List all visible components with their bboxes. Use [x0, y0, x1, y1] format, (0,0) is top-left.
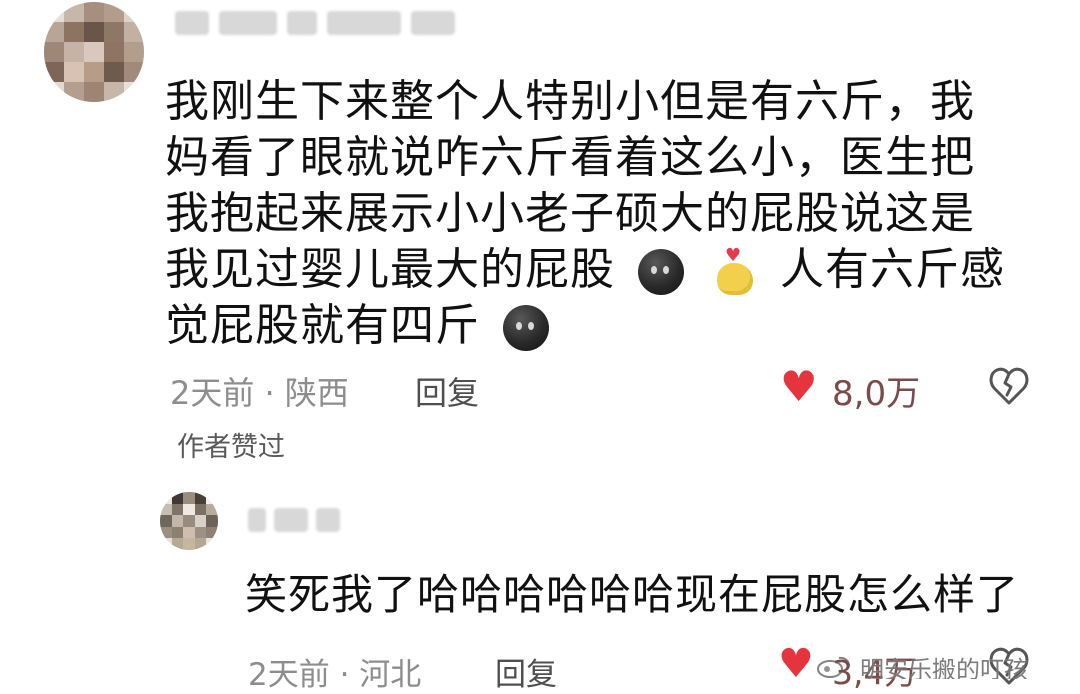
reply-time-location: 2天前 · 河北: [248, 657, 422, 693]
weibo-logo-icon: [817, 656, 850, 678]
dark-face-emoji-icon: [503, 305, 549, 351]
reply-text: 笑死我了哈哈哈哈哈哈现在屁股怎么样了: [245, 570, 1020, 619]
author-liked-label: 作者赞过: [177, 432, 285, 463]
comment-time-location: 2天前 · 陕西: [170, 374, 349, 412]
reply-avatar[interactable]: [160, 492, 218, 550]
reply-button[interactable]: 回复: [415, 368, 479, 414]
watermark: 明安乐搬的叮孩: [810, 650, 1080, 679]
watermark-text: 明安乐搬的叮孩: [860, 656, 1028, 679]
heart-icon[interactable]: ♥: [780, 366, 818, 408]
reply-button[interactable]: 回复: [495, 649, 557, 694]
avatar-pixelation: [44, 2, 144, 102]
comment-avatar[interactable]: [44, 2, 144, 102]
reply-username-blurred[interactable]: [248, 506, 343, 534]
finger-heart-emoji-icon: ♥: [715, 247, 757, 297]
heart-icon[interactable]: ♥: [778, 644, 814, 684]
comment-like-count: 8,0万: [832, 374, 921, 414]
comment-username-blurred[interactable]: [175, 6, 465, 40]
broken-heart-icon[interactable]: [987, 365, 1031, 407]
comment-text: 我刚生下来整个人特别小但是有六斤，我妈看了眼就说咋六斤看着这么小，医生把我抱起来…: [165, 74, 1015, 354]
dark-face-emoji-icon: [638, 249, 684, 295]
avatar-pixelation: [160, 492, 218, 550]
